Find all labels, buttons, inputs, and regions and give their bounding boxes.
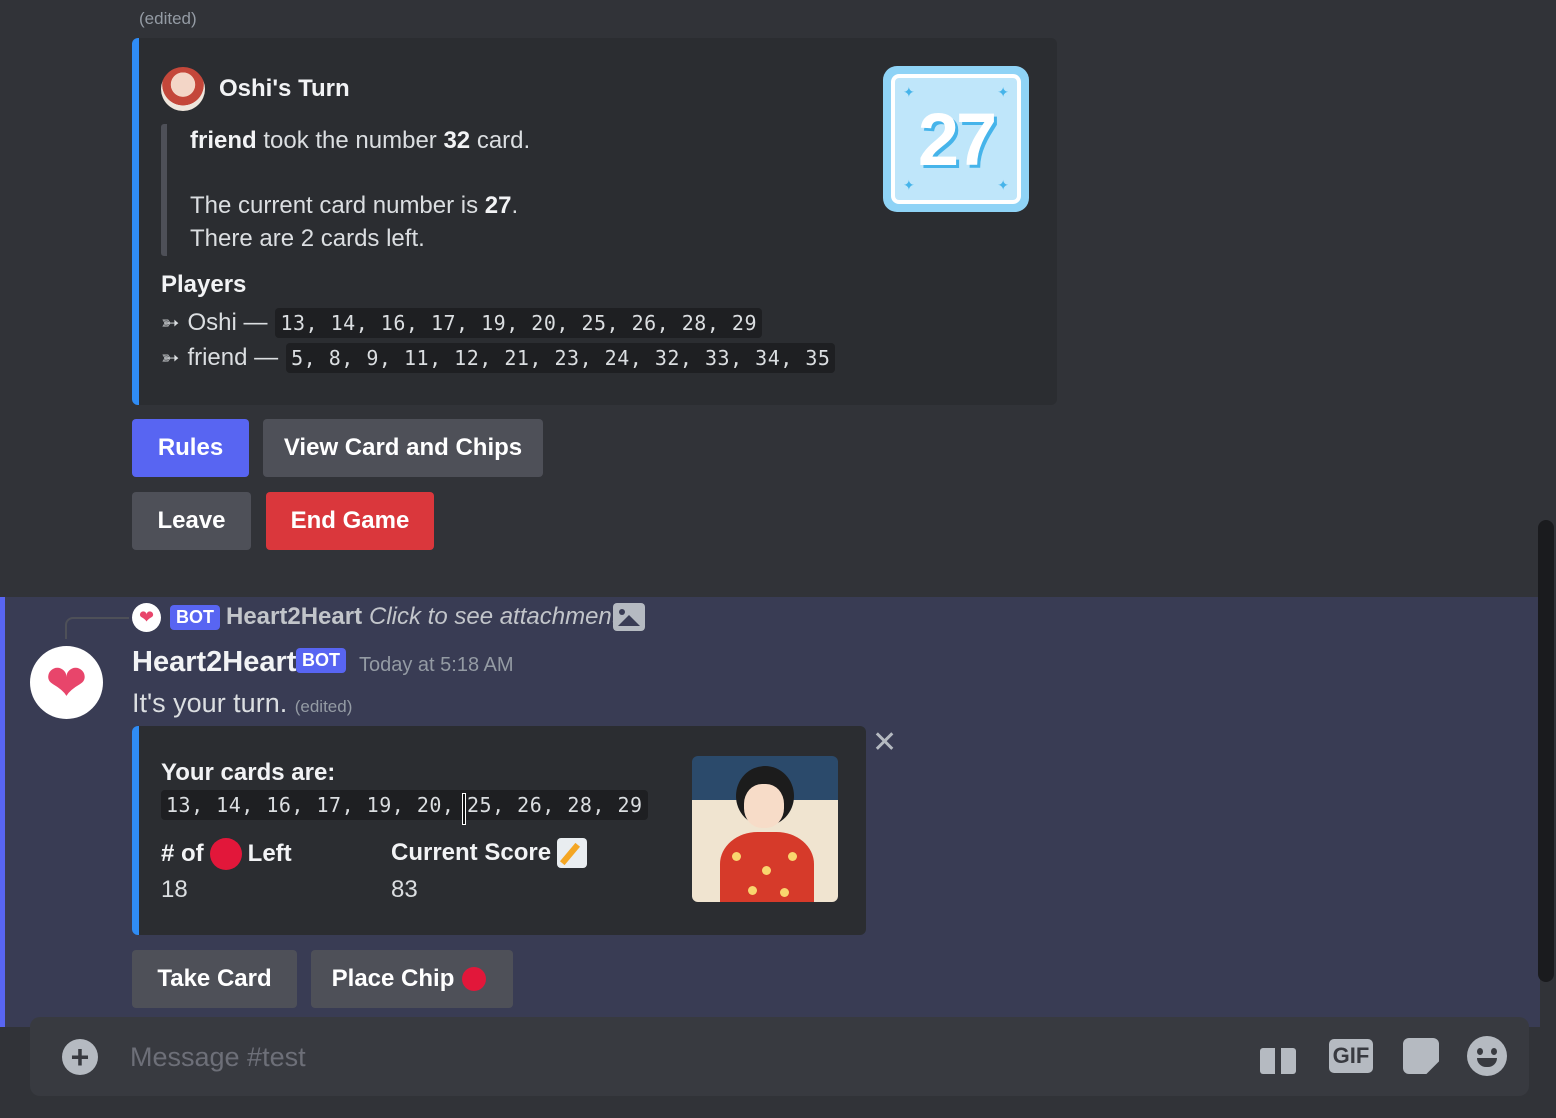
chips-left-field-name: # of Left [161,838,292,870]
field-label: # of [161,840,204,867]
embed-blockquote: friend took the number 32 card. The curr… [161,124,781,256]
text-cursor-icon [458,792,470,826]
embed-author-name: Oshi's Turn [219,75,350,102]
your-cards-title: Your cards are: [161,759,336,786]
button-label: Place Chip [331,965,455,992]
bot-tag: BOT [296,648,346,673]
player-cards: 13, 14, 16, 17, 19, 20, 25, 26, 28, 29 [275,308,763,338]
sticker-icon[interactable] [1402,1036,1440,1076]
place-chip-button[interactable]: Place Chip [311,950,513,1008]
embed-thumbnail-image[interactable] [692,756,838,902]
game-status-embed: Oshi's Turn friend took the number 32 ca… [132,38,1057,405]
player-name: friend — [187,344,279,371]
field-label: Current Score [391,839,552,866]
player-name: Oshi — [187,309,268,336]
line-text: card. [476,127,531,154]
player-name: friend [190,127,257,154]
current-score-field-name: Current Score [391,838,588,868]
add-attachment-plus-icon[interactable]: + [62,1039,98,1075]
emoji-icon[interactable] [1466,1036,1508,1076]
cards-left-line: There are 2 cards left. [190,225,425,252]
line-text: The current card number is [190,192,479,219]
card-number: 27 [917,97,997,181]
player-cards: 5, 8, 9, 11, 12, 21, 23, 24, 32, 33, 34,… [286,343,836,373]
end-game-button[interactable]: End Game [266,492,434,550]
player-row-friend: ➳ friend — 5, 8, 9, 11, 12, 21, 23, 24, … [161,343,836,373]
current-card-line: The current card number is 27. [190,189,781,222]
current-card-number: 27 [484,192,512,219]
players-title: Players [161,271,247,298]
embed-author: Oshi's Turn [161,67,350,111]
chips-left-value: 18 [161,876,188,903]
message-timestamp: Today at 5:18 AM [359,654,514,676]
message-username[interactable]: Heart2Heart [132,646,296,679]
gift-icon[interactable] [1259,1036,1297,1076]
reply-username[interactable]: Heart2Heart [226,603,362,631]
player-row-oshi: ➳ Oshi — 13, 14, 16, 17, 19, 20, 25, 26,… [161,308,763,338]
scrollbar-thumb[interactable] [1538,520,1554,982]
message-composer: + GIF [30,1017,1529,1096]
message-content: It's your turn. (edited) [132,688,352,719]
image-icon [613,603,645,631]
taken-card-number: 32 [443,127,471,154]
leave-button[interactable]: Leave [132,492,251,550]
message-input[interactable] [130,1035,1230,1079]
edited-label: (edited) [294,697,353,716]
close-icon[interactable]: ✕ [872,728,897,758]
author-avatar [161,67,205,111]
current-card-thumbnail[interactable]: ✦ ✦ ✦ ✦ 27 [883,66,1029,212]
red-chip-icon [462,967,487,991]
reply-bot-tag: BOT [170,605,220,630]
rules-button[interactable]: Rules [132,419,249,477]
reply-avatar-heart-icon[interactable]: ❤ [132,603,161,632]
view-card-and-chips-button[interactable]: View Card and Chips [263,419,543,477]
red-chip-icon [209,838,242,870]
edited-label: (edited) [139,9,197,28]
reply-preview-text[interactable]: Click to see attachment [369,603,618,631]
message-text: It's your turn. [132,688,288,718]
your-cards-embed: Your cards are: 13, 14, 16, 17, 19, 20, … [132,726,866,935]
reply-connector [65,617,129,639]
took-card-line: friend took the number 32 card. [190,124,781,157]
bot-avatar[interactable]: ❤ [30,646,103,719]
field-label: Left [247,840,292,867]
current-score-value: 83 [391,876,418,903]
arrow-icon: ➳ [161,345,180,370]
arrow-icon: ➳ [161,310,180,335]
heart-icon: ❤ [45,654,88,711]
take-card-button[interactable]: Take Card [132,950,297,1008]
line-text: . [511,192,519,219]
gif-button[interactable]: GIF [1328,1036,1374,1076]
gif-label: GIF [1328,1039,1374,1073]
line-text: took the number [263,127,437,154]
your-cards-list: 13, 14, 16, 17, 19, 20, 25, 26, 28, 29 [161,790,648,820]
memo-icon [557,838,588,868]
